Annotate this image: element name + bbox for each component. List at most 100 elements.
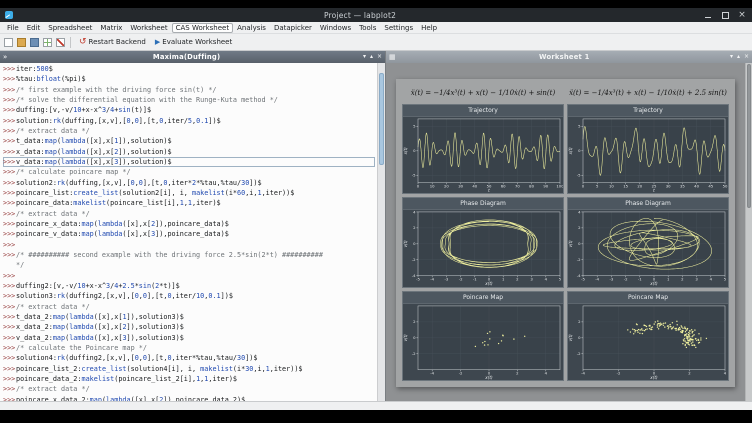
- new-spreadsheet-icon[interactable]: [43, 38, 52, 47]
- worksheet-scrollbar[interactable]: [745, 63, 752, 401]
- svg-text:0: 0: [413, 336, 416, 340]
- code-line[interactable]: >>>poincare_data:makelist(poincare_list[…: [3, 198, 375, 208]
- prompt: >>>: [3, 271, 16, 281]
- svg-text:0: 0: [413, 243, 416, 247]
- plot-canvas-phase-1: -5-4-3-2-1012345-4-2024x(t)v(t): [403, 210, 563, 286]
- plot-trajectory-2[interactable]: Trajectory05101520253035404550-505tx(t): [567, 104, 729, 194]
- code-line[interactable]: >>>%tau:bfloat(%pi)$: [3, 74, 375, 84]
- menu-edit[interactable]: Edit: [23, 23, 45, 33]
- code-line[interactable]: >>>/* extract data */: [3, 209, 375, 219]
- close-icon[interactable]: ×: [737, 10, 747, 20]
- evaluate-worksheet-button[interactable]: ▶ Evaluate Worksheet: [152, 37, 235, 47]
- window-title: Project — labplot2: [17, 11, 703, 20]
- menu-worksheet[interactable]: Worksheet: [126, 23, 171, 33]
- code-line[interactable]: >>>/* calculate poincare map */: [3, 167, 375, 177]
- code-line[interactable]: >>>duffing:[v,-v/10+x-x^3/4+sin(t)]$: [3, 105, 375, 115]
- menu-tools[interactable]: Tools: [355, 23, 380, 33]
- code-line[interactable]: */: [3, 260, 375, 270]
- cas-scrollbar[interactable]: [377, 63, 385, 401]
- code-line[interactable]: >>>solution:rk(duffing,[x,v],[0,0],[t,0,…: [3, 116, 375, 126]
- code-line[interactable]: >>>poincare_list_2:create_list(solution4…: [3, 364, 375, 374]
- code-line[interactable]: >>>/* extract data */: [3, 302, 375, 312]
- code-text: /* calculate poincare map */: [16, 168, 131, 176]
- code-line[interactable]: >>>/* extract data */: [3, 384, 375, 394]
- code-line[interactable]: >>>/* first example with the driving for…: [3, 85, 375, 95]
- plot-phase-2[interactable]: Phase Diagram-5-4-3-2-1012345-4-2024x(t)…: [567, 197, 729, 287]
- plot-trajectory-1[interactable]: Trajectory0102030405060708090100-505tx(t…: [402, 104, 564, 194]
- prompt: >>>: [3, 95, 16, 105]
- svg-text:4: 4: [545, 278, 548, 282]
- prompt: >>>: [3, 384, 16, 394]
- code-line[interactable]: >>>: [3, 271, 375, 281]
- cas-worksheet-window: » Maxima(Duffing) ▾ ▴ × >>>iter:500$>>>%…: [0, 51, 386, 401]
- svg-text:4: 4: [545, 371, 548, 375]
- worksheet-window-titlebar[interactable]: ▦ Worksheet 1 ▾ ▴ ×: [386, 51, 752, 63]
- menu-datapicker[interactable]: Datapicker: [270, 23, 316, 33]
- worksheet-minimize-icon[interactable]: ▾: [730, 54, 733, 60]
- cas-restore-icon[interactable]: ▴: [370, 54, 373, 60]
- prompt: >>>: [3, 302, 16, 312]
- menu-analysis[interactable]: Analysis: [233, 23, 270, 33]
- cas-minimize-icon[interactable]: ▾: [363, 54, 366, 60]
- cas-code-area[interactable]: >>>iter:500$>>>%tau:bfloat(%pi)$>>>/* fi…: [0, 63, 377, 401]
- worksheet-close-icon[interactable]: ×: [744, 54, 749, 60]
- menu-matrix[interactable]: Matrix: [96, 23, 126, 33]
- worksheet-restore-icon[interactable]: ▴: [737, 54, 740, 60]
- code-line[interactable]: >>>solution3:rk(duffing2,[x,v],[0,0],[t,…: [3, 291, 375, 301]
- maximize-icon[interactable]: [720, 10, 730, 20]
- statusbar: [0, 401, 752, 410]
- code-line[interactable]: >>>x_data_2:map(lambda([x],x[2]),solutio…: [3, 322, 375, 332]
- worksheet-scrollbar-thumb[interactable]: [747, 64, 751, 208]
- menu-cas-worksheet[interactable]: CAS Worksheet: [172, 23, 234, 33]
- code-line[interactable]: >>>poincare_list:create_list(solution2[i…: [3, 188, 375, 198]
- plot-title: Phase Diagram: [568, 198, 728, 210]
- plot-title: Poincare Map: [403, 292, 563, 304]
- code-line[interactable]: >>>solution4:rk(duffing2,[x,v],[0,0],[t,…: [3, 353, 375, 363]
- code-line[interactable]: >>>: [3, 240, 375, 250]
- cas-scrollbar-thumb[interactable]: [379, 73, 384, 165]
- restart-backend-button[interactable]: ↺ Restart Backend: [76, 37, 149, 48]
- plot-phase-1[interactable]: Phase Diagram-5-4-3-2-1012345-4-2024x(t)…: [402, 197, 564, 287]
- svg-text:-4: -4: [412, 274, 416, 278]
- plot-poincare-1[interactable]: Poincare Map-4-2024-202x(t)v(t): [402, 291, 564, 381]
- plot-canvas-trajectory-2: 05101520253035404550-505tx(t): [568, 117, 728, 193]
- code-line[interactable]: >>>v_data:map(lambda([x],x[3]),solution)…: [3, 157, 375, 167]
- svg-text:x(t): x(t): [649, 282, 658, 287]
- code-line[interactable]: >>>t_data_2:map(lambda([x],x[1]),solutio…: [3, 312, 375, 322]
- menu-windows[interactable]: Windows: [316, 23, 355, 33]
- code-line[interactable]: >>>duffing2:[v,-v/10+x-x^3/4+2.5*sin(2*t…: [3, 281, 375, 291]
- minimize-icon[interactable]: [703, 10, 713, 20]
- cas-window-titlebar[interactable]: » Maxima(Duffing) ▾ ▴ ×: [0, 51, 385, 63]
- save-document-icon[interactable]: [30, 38, 39, 47]
- code-line[interactable]: >>>solution2:rk(duffing,[x,v],[0,0],[t,0…: [3, 178, 375, 188]
- code-line[interactable]: >>>/* solve the differential equation wi…: [3, 95, 375, 105]
- code-line[interactable]: >>>poincare_x_data:map(lambda([x],x[2]),…: [3, 219, 375, 229]
- menu-spreadsheet[interactable]: Spreadsheet: [44, 23, 96, 33]
- code-line[interactable]: >>>/* extract data */: [3, 126, 375, 136]
- code-line[interactable]: >>>x_data:map(lambda([x],x[2]),solution)…: [3, 147, 375, 157]
- menu-help[interactable]: Help: [417, 23, 441, 33]
- code-line[interactable]: >>>v_data_2:map(lambda([x],x[3]),solutio…: [3, 333, 375, 343]
- open-document-icon[interactable]: [17, 38, 26, 47]
- restart-icon: ↺: [79, 38, 87, 47]
- code-line[interactable]: >>>iter:500$: [3, 64, 375, 74]
- menu-settings[interactable]: Settings: [380, 23, 417, 33]
- prompt: >>>: [3, 240, 16, 250]
- plot-poincare-2[interactable]: Poincare Map-4-2024-202x(t)v(t): [567, 291, 729, 381]
- code-line[interactable]: >>>/* calculate the Poincare map */: [3, 343, 375, 353]
- prompt: >>>: [3, 281, 16, 291]
- code-line[interactable]: >>>t_data:map(lambda([x],x[1]),solution)…: [3, 136, 375, 146]
- svg-text:5: 5: [596, 185, 599, 189]
- code-line[interactable]: >>>/* ########## second example with the…: [3, 250, 375, 260]
- cas-close-icon[interactable]: ×: [377, 54, 382, 60]
- svg-text:40: 40: [472, 185, 477, 189]
- code-line[interactable]: >>>poincare_v_data:map(lambda([x],x[3]),…: [3, 229, 375, 239]
- svg-text:20: 20: [637, 185, 642, 189]
- code-line[interactable]: >>>poincare_data_2:makelist(poincare_lis…: [3, 374, 375, 384]
- new-document-icon[interactable]: [4, 38, 13, 47]
- menu-file[interactable]: File: [3, 23, 23, 33]
- prompt: >>>: [3, 374, 16, 384]
- plot-title: Trajectory: [403, 105, 563, 117]
- code-line[interactable]: >>>poincare_x_data_2:map(lambda([x],x[2]…: [3, 395, 375, 402]
- new-worksheet-icon[interactable]: [56, 38, 65, 47]
